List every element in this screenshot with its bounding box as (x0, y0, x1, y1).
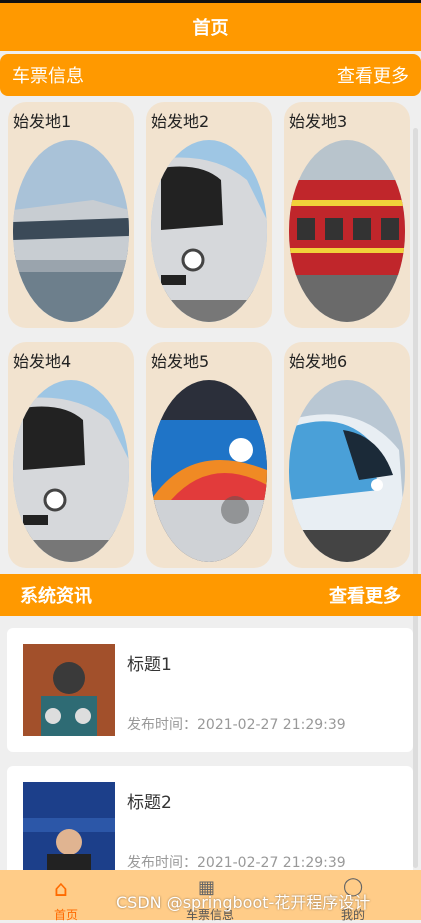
ticket-section-title: 车票信息 (12, 66, 84, 87)
home-icon: ⌂ (54, 877, 68, 902)
ticket-card-title: 始发地1 (13, 112, 72, 131)
news-section-title: 系统资讯 (20, 586, 92, 607)
news-title: 标题1 (127, 655, 172, 675)
news-section-header: 系统资讯 查看更多 (0, 574, 421, 616)
train-image (151, 380, 267, 562)
ticket-card[interactable]: 始发地3 (284, 102, 410, 328)
ticket-grid: 始发地1 始发地2 始发地3 始发地4 始发地5 始发地6 (0, 102, 412, 572)
ticket-card[interactable]: 始发地1 (8, 102, 134, 328)
ticket-card-title: 始发地4 (13, 352, 72, 371)
ticket-card-title: 始发地5 (151, 352, 210, 371)
ticket-section-header: 车票信息 查看更多 (0, 54, 421, 96)
watermark: CSDN @springboot-花开程序设计 (116, 893, 371, 912)
train-image (151, 140, 267, 322)
ticket-card[interactable]: 始发地4 (8, 342, 134, 568)
news-title: 标题2 (127, 793, 172, 813)
scrollbar[interactable] (413, 128, 418, 868)
news-time: 发布时间：2021-02-27 21:29:39 (127, 855, 346, 871)
ticket-card-title: 始发地3 (289, 112, 348, 131)
tab-home[interactable]: ⌂ 首页 (16, 870, 116, 922)
news-thumbnail (23, 644, 115, 736)
ticket-card-title: 始发地2 (151, 112, 210, 131)
ticket-card[interactable]: 始发地2 (146, 102, 272, 328)
train-image (13, 140, 129, 322)
ticket-card-title: 始发地6 (289, 352, 348, 371)
news-thumbnail (23, 782, 115, 874)
train-image (289, 140, 405, 322)
ticket-more-link[interactable]: 查看更多 (337, 62, 409, 88)
train-image (289, 380, 405, 562)
news-time: 发布时间：2021-02-27 21:29:39 (127, 717, 346, 733)
page-title: 首页 (192, 18, 229, 39)
ticket-card[interactable]: 始发地6 (284, 342, 410, 568)
train-image (13, 380, 129, 562)
top-header: 首页 (0, 0, 421, 51)
news-item[interactable]: 标题1 发布时间：2021-02-27 21:29:39 (7, 628, 413, 752)
news-more-link[interactable]: 查看更多 (329, 582, 401, 608)
ticket-card[interactable]: 始发地5 (146, 342, 272, 568)
tab-label: 首页 (53, 908, 78, 922)
